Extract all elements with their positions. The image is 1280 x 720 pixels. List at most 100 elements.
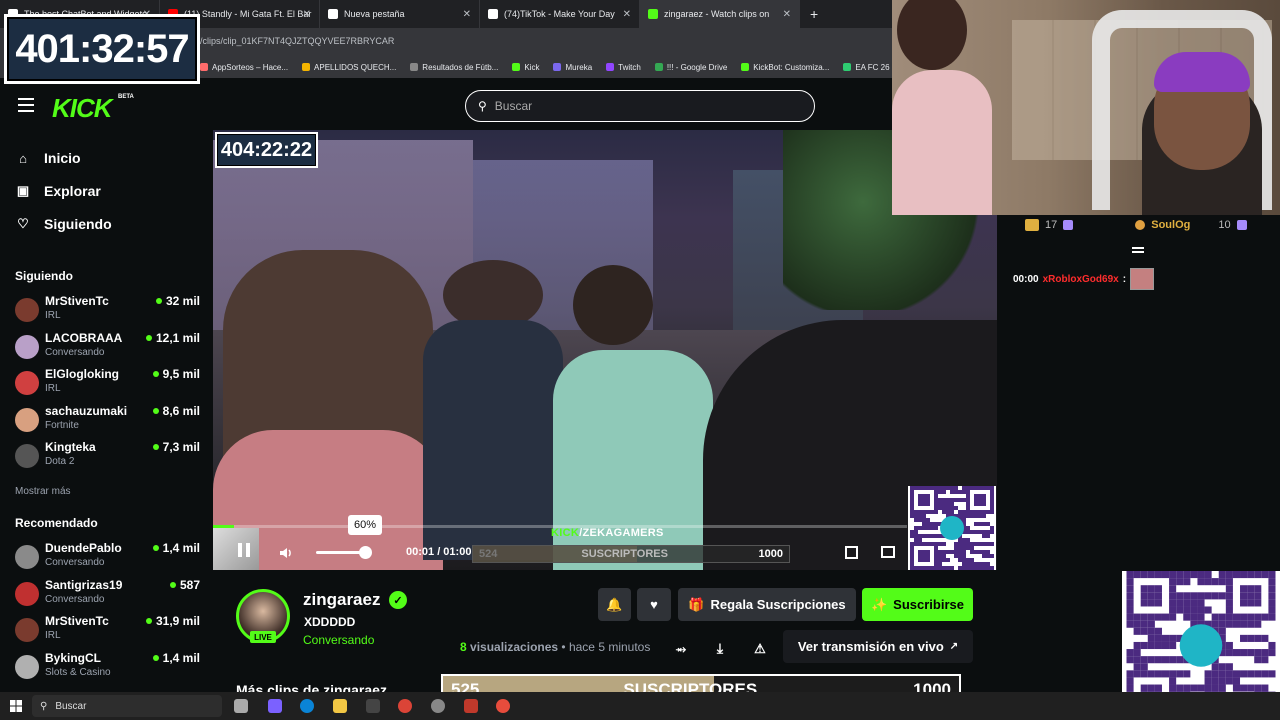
chrome-icon[interactable] xyxy=(398,699,412,713)
live-dot-icon xyxy=(169,581,176,588)
bookmark-icon xyxy=(741,63,750,71)
browser-tab[interactable]: (74)TikTok - Make Your Day ✕ xyxy=(480,0,640,28)
watch-live-button[interactable]: Ver transmisión en vivo ↗ xyxy=(783,630,973,663)
avatar xyxy=(15,581,39,606)
volume-knob[interactable] xyxy=(359,546,372,559)
app-icon[interactable] xyxy=(464,699,478,713)
sidebar-channel[interactable]: DuendePablo Conversando 1,4 mil xyxy=(15,541,200,575)
sub-badge-icon xyxy=(1063,220,1074,230)
taskbar-search[interactable]: ⚲ Buscar xyxy=(32,695,222,717)
subscribe-button[interactable]: ✨ Suscribirse xyxy=(862,588,973,621)
channel-name: DuendePablo xyxy=(45,541,122,555)
stream-timer-overlay: 401:32:57 xyxy=(4,14,200,84)
follow-button[interactable]: ♥ xyxy=(637,588,671,621)
time-ago: • hace 5 minutos xyxy=(561,640,651,654)
tab-label: (74)TikTok - Make Your Day xyxy=(504,9,615,19)
stream-timer-text: 401:32:57 xyxy=(7,17,197,81)
notification-button[interactable]: 🔔 xyxy=(598,588,631,621)
tab-label: (11) Standly - Mi Gata Ft. El Bar xyxy=(184,9,312,19)
report-icon[interactable]: ⚠ xyxy=(749,632,771,665)
tab-label: zingaraez - Watch clips on xyxy=(664,9,770,19)
clip-category[interactable]: Conversando xyxy=(303,633,374,647)
close-icon[interactable]: ✕ xyxy=(303,9,311,20)
channel-category: Conversando xyxy=(45,593,105,605)
nav-inicio[interactable]: ⌂ Inicio xyxy=(16,150,81,166)
close-icon[interactable]: ✕ xyxy=(463,9,471,20)
file-explorer-icon[interactable] xyxy=(333,699,347,713)
avatar xyxy=(15,618,39,643)
channel-watermark: KICK/ZEKAGAMERS xyxy=(551,527,664,539)
copilot-icon[interactable] xyxy=(268,699,282,713)
bookmark-item[interactable]: Resultados de Fútb... xyxy=(410,63,498,72)
sidebar-channel[interactable]: BykingCL Slots & Casino 1,4 mil xyxy=(15,651,200,685)
nav-label: Siguiendo xyxy=(44,216,112,232)
volume-icon[interactable] xyxy=(278,545,294,561)
viewer-count: 1,4 mil xyxy=(152,651,200,665)
compass-icon: ▣ xyxy=(16,183,30,198)
theater-mode-icon[interactable] xyxy=(881,546,895,558)
kick-logo[interactable]: KICK xyxy=(52,93,113,124)
external-link-icon: ↗ xyxy=(949,641,959,652)
video-player[interactable] xyxy=(213,130,997,570)
nav-siguiendo[interactable]: ♡ Siguiendo xyxy=(16,216,112,232)
close-icon[interactable]: ✕ xyxy=(623,9,631,20)
task-view-icon[interactable] xyxy=(234,699,248,713)
avatar xyxy=(15,444,39,469)
search-icon: ⚲ xyxy=(40,700,48,712)
bookmark-icon xyxy=(512,63,521,71)
bookmark-item[interactable]: AppSorteos – Hace... xyxy=(200,63,288,72)
channel-name[interactable]: zingaraez xyxy=(303,590,380,610)
sidebar-channel[interactable]: ElGlogloking IRL 9,5 mil xyxy=(15,367,200,401)
edge-icon[interactable] xyxy=(300,699,314,713)
chat-time: 00:00 xyxy=(1013,273,1039,285)
chat-username[interactable]: xRobloxGod69x xyxy=(1043,274,1119,285)
video-timer-text: 404:22:22 xyxy=(217,134,316,166)
sidebar-channel[interactable]: sachauzumaki Fortnite 8,6 mil xyxy=(15,404,200,438)
viewer-count: 7,3 mil xyxy=(152,440,200,454)
views-label: visualizaciones xyxy=(470,640,559,654)
browser-tab[interactable]: Nueva pestaña ✕ xyxy=(320,0,480,28)
avatar xyxy=(15,654,39,679)
avatar xyxy=(15,298,39,322)
search-input[interactable]: ⚲ Buscar xyxy=(465,90,815,122)
bookmark-item[interactable]: EA FC 26 C xyxy=(843,63,898,72)
bookmark-item[interactable]: Twitch xyxy=(606,63,641,72)
viewer-count: 9,5 mil xyxy=(152,367,200,381)
bookmark-icon xyxy=(606,63,615,71)
sidebar-channel[interactable]: Santigrizas19 Conversando 587 xyxy=(15,578,200,612)
bookmark-label: Kick xyxy=(524,62,540,72)
sidebar-channel[interactable]: LACOBRAAA Conversando 12,1 mil xyxy=(15,331,200,365)
new-tab-icon[interactable]: + xyxy=(800,6,828,22)
channel-name: LACOBRAAA xyxy=(45,330,123,345)
bookmark-item[interactable]: !!! - Google Drive xyxy=(654,63,727,72)
channel-name: BykingCL xyxy=(45,650,102,665)
gifter-count: 17 xyxy=(1045,219,1058,231)
pinned-icon[interactable] xyxy=(1132,247,1144,257)
bookmark-item[interactable]: Kick xyxy=(512,63,539,72)
nav-explorar[interactable]: ▣ Explorar xyxy=(16,183,101,199)
sidebar-channel[interactable]: Kingteka Dota 2 7,3 mil xyxy=(15,440,200,474)
pip-icon[interactable] xyxy=(845,546,858,559)
capcut-icon[interactable] xyxy=(366,699,380,713)
sidebar-channel[interactable]: MrStivenTc IRL 31,9 mil xyxy=(15,614,200,648)
share-icon[interactable]: ⥇ xyxy=(670,632,692,665)
bookmark-item[interactable]: Mureka xyxy=(553,63,592,72)
channel-name: Kingteka xyxy=(45,440,96,455)
download-icon[interactable]: ⤓ xyxy=(709,632,731,665)
bookmark-item[interactable]: APELLIDOS QUECH... xyxy=(302,63,396,72)
live-dot-icon xyxy=(152,545,159,551)
pause-button[interactable] xyxy=(238,543,254,561)
close-icon[interactable]: ✕ xyxy=(783,9,791,20)
viewer-count: 31,9 mil xyxy=(145,614,200,628)
sidebar-channel[interactable]: MrStivenTc IRL 32 mil xyxy=(15,294,200,328)
gift-subs-button[interactable]: 🎁 Regala Suscripciones xyxy=(678,588,856,621)
bookmark-item[interactable]: KickBot: Customiza... xyxy=(741,63,829,72)
show-more-link[interactable]: Mostrar más xyxy=(15,486,71,497)
windows-start-icon[interactable] xyxy=(10,700,22,712)
menu-icon[interactable] xyxy=(18,98,34,112)
app-icon[interactable] xyxy=(496,699,510,713)
url-text[interactable]: /clips/clip_01KF7NT4QJZTQQYVEE7RBRYCAR xyxy=(200,36,394,46)
live-dot-icon xyxy=(152,654,159,661)
browser-tab[interactable]: zingaraez - Watch clips on ✕ xyxy=(640,0,800,28)
obs-icon[interactable] xyxy=(431,699,445,713)
